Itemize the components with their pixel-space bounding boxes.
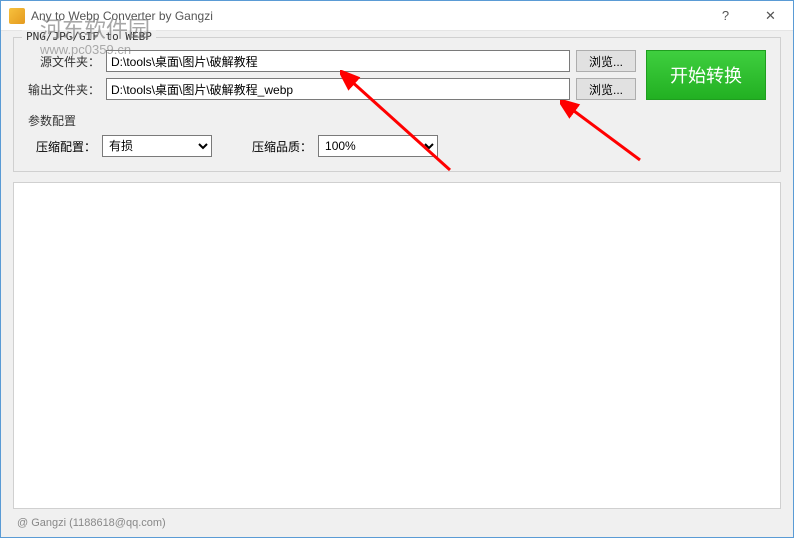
compress-quality-label: 压缩品质： — [252, 138, 312, 155]
groupbox-legend: PNG/JPG/GIF to WEBP — [22, 30, 156, 43]
help-button[interactable]: ? — [703, 1, 748, 31]
source-input[interactable] — [106, 50, 570, 72]
titlebar: Any to Webp Converter by Gangzi ? ✕ — [1, 1, 793, 31]
window-controls: ? ✕ — [703, 1, 793, 31]
output-row: 输出文件夹： 浏览... — [28, 78, 636, 100]
app-icon — [9, 8, 25, 24]
source-browse-button[interactable]: 浏览... — [576, 50, 636, 72]
compress-quality-item: 压缩品质： 100% — [252, 135, 438, 157]
statusbar: @ Gangzi (1188618@qq.com) — [13, 513, 781, 533]
compress-config-item: 压缩配置： 有损 — [36, 135, 212, 157]
params-row: 压缩配置： 有损 压缩品质： 100% — [28, 135, 766, 157]
compress-config-label: 压缩配置： — [36, 138, 96, 155]
window-title: Any to Webp Converter by Gangzi — [31, 9, 703, 23]
output-input[interactable] — [106, 78, 570, 100]
output-label: 输出文件夹： — [28, 81, 100, 98]
source-row: 源文件夹： 浏览... — [28, 50, 636, 72]
params-label: 参数配置 — [28, 112, 766, 129]
close-button[interactable]: ✕ — [748, 1, 793, 31]
source-label: 源文件夹： — [28, 53, 100, 70]
path-rows: 源文件夹： 浏览... 输出文件夹： 浏览... 开始转换 — [28, 50, 766, 106]
compress-config-select[interactable]: 有损 — [102, 135, 212, 157]
compress-quality-select[interactable]: 100% — [318, 135, 438, 157]
content-area: PNG/JPG/GIF to WEBP 源文件夹： 浏览... 输出文件夹： 浏… — [1, 31, 793, 537]
output-browse-button[interactable]: 浏览... — [576, 78, 636, 100]
settings-groupbox: PNG/JPG/GIF to WEBP 源文件夹： 浏览... 输出文件夹： 浏… — [13, 37, 781, 172]
start-button[interactable]: 开始转换 — [646, 50, 766, 100]
output-textarea[interactable] — [13, 182, 781, 509]
app-window: Any to Webp Converter by Gangzi ? ✕ PNG/… — [0, 0, 794, 538]
